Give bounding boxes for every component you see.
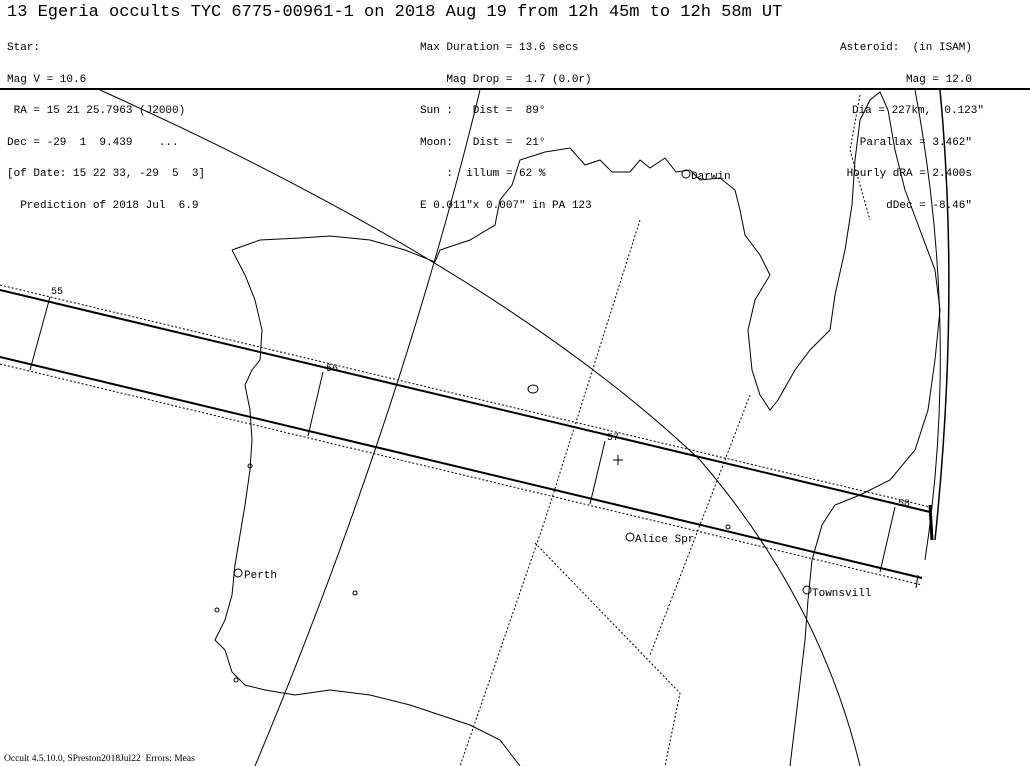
earth-limb [254, 89, 481, 766]
earth-limb [934, 89, 950, 541]
map-canvas: 55 56 57 58 Darwin Alice Spr Perth Towns… [0, 88, 1030, 766]
path-limit-north [0, 289, 931, 513]
time-tick-label: 57 [607, 433, 619, 444]
center-cross-icon [613, 455, 623, 465]
path-error-limit-north [0, 284, 931, 508]
occultation-map: 13 Egeria occults TYC 6775-00961-1 on 20… [0, 0, 1030, 766]
time-tick-label: 58 [898, 499, 910, 510]
coastline [214, 91, 941, 766]
footer-credit: Occult 4.5.10.0, SPreston2018Jul22 Error… [4, 754, 195, 764]
earth-limb [99, 89, 861, 766]
dotted-boundary [459, 219, 641, 766]
city-label: Darwin [691, 171, 731, 183]
city-label: Perth [244, 570, 277, 582]
earth-limb [914, 89, 941, 561]
path-end-mark [928, 504, 934, 541]
cities: Darwin Alice Spr Perth Townsvill [214, 169, 871, 683]
time-tick-label: 56 [326, 364, 338, 375]
city-label: Townsvill [812, 588, 871, 600]
time-ticks: 55 56 57 58 [29, 287, 910, 573]
path-error-limit-south [0, 363, 923, 586]
lake-ellipse [527, 384, 539, 394]
city-label: Alice Spr [635, 534, 694, 546]
dotted-boundary [534, 542, 681, 766]
time-tick-label: 55 [51, 287, 63, 298]
dotted-boundary [849, 94, 871, 221]
